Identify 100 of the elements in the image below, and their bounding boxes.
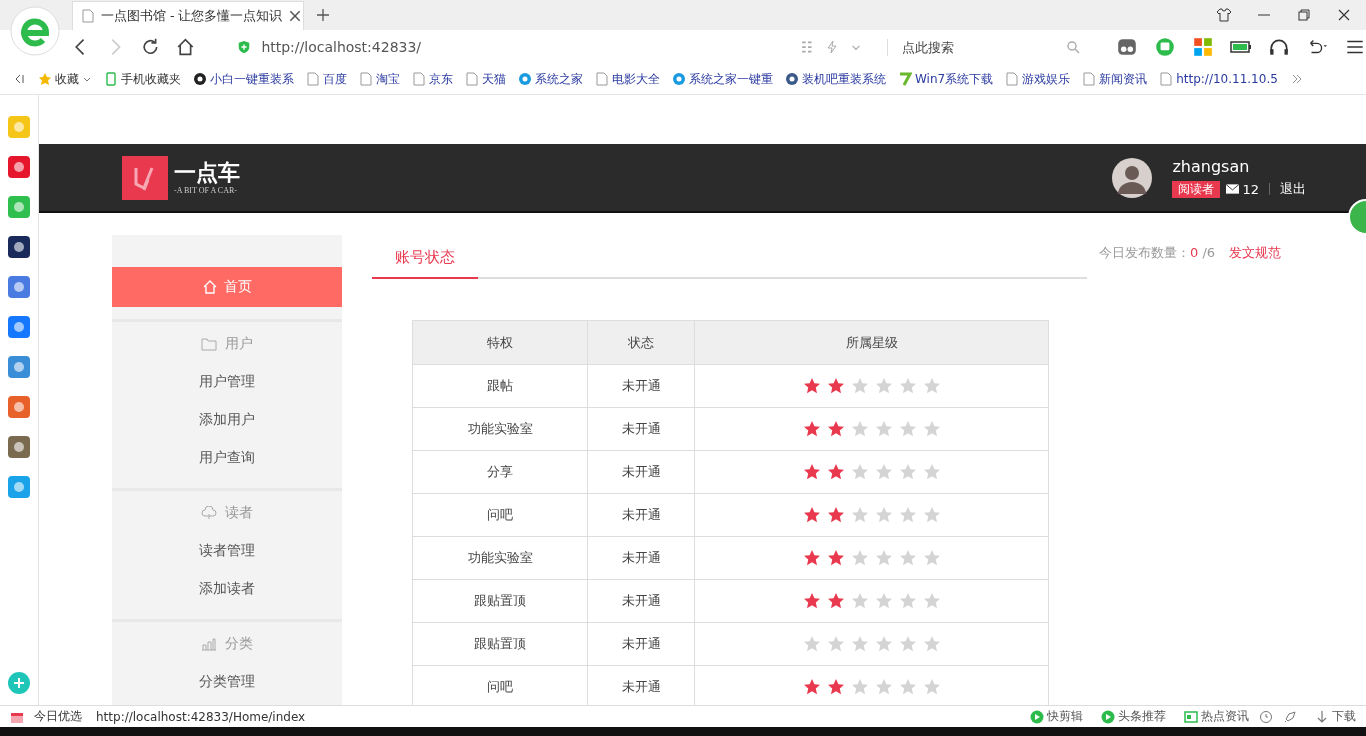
star-icon — [898, 506, 917, 524]
table-cell: 分享 — [413, 451, 588, 493]
play-circle-icon — [1101, 709, 1115, 724]
menu-item[interactable]: 用户查询 — [112, 438, 342, 476]
star-icon — [850, 678, 869, 696]
star-icon — [922, 549, 941, 567]
table-cell: 未开通 — [588, 365, 695, 407]
bookmark-item[interactable]: 装机吧重装系统 — [785, 70, 886, 88]
tiles-icon[interactable] — [1191, 36, 1214, 58]
new-tab-icon[interactable] — [316, 8, 330, 22]
app-icon[interactable] — [7, 235, 31, 259]
star-icon — [802, 420, 821, 438]
logout-link[interactable]: 退出 — [1280, 180, 1306, 198]
site-icon — [193, 72, 207, 86]
messages-link[interactable]: 12 — [1226, 181, 1259, 197]
menu-item[interactable]: 用户管理 — [112, 362, 342, 400]
star-icon — [826, 420, 845, 438]
bookmark-item[interactable]: 电影大全 — [595, 70, 660, 88]
status-label[interactable]: 今日优选 — [34, 708, 82, 725]
browser-tab[interactable]: 一点图书馆 - 让您多懂一点知识 — [72, 1, 304, 30]
menu-item[interactable]: 分类管理 — [112, 662, 342, 700]
bookmark-item[interactable]: 游戏娱乐 — [1005, 70, 1071, 88]
shield-icon — [237, 40, 252, 54]
publish-count: 今日发布数量：0 /6 — [1099, 244, 1216, 262]
star-icon — [802, 549, 821, 567]
site-icon — [785, 72, 799, 86]
grid-icon[interactable] — [800, 40, 815, 54]
star-icon — [922, 420, 941, 438]
star-icon — [826, 377, 845, 395]
bookmark-item[interactable]: 天猫 — [465, 70, 506, 88]
star-icon — [826, 678, 845, 696]
star-icon — [898, 463, 917, 481]
close-icon[interactable] — [1336, 7, 1352, 23]
bookmark-item[interactable]: Win7系统下载 — [898, 70, 994, 88]
menu-group-title: 用户 — [225, 335, 253, 353]
star-icon — [850, 592, 869, 610]
star-icon — [802, 463, 821, 481]
table-cell: 未开通 — [588, 408, 695, 450]
bookmark-item[interactable]: 手机收藏夹 — [104, 70, 181, 88]
star-icon — [922, 678, 941, 696]
folder-icon — [201, 337, 217, 351]
star-icon — [850, 463, 869, 481]
username: zhangsan — [1172, 157, 1251, 176]
star-icon — [874, 506, 893, 524]
address-field[interactable]: http://localhost:42833/ — [237, 39, 873, 55]
page-icon — [1159, 72, 1174, 86]
chart-icon — [201, 637, 217, 651]
status-item[interactable]: 下载 — [1315, 708, 1356, 725]
table-cell: 未开通 — [588, 451, 695, 493]
floating-badge-icon[interactable] — [1346, 199, 1366, 235]
star-icon — [826, 635, 845, 653]
browser-logo-icon — [10, 6, 60, 56]
page-icon — [595, 72, 609, 86]
bookmark-item[interactable]: 小白一键重装系 — [193, 70, 294, 88]
status-url: http://localhost:42833/Home/index — [96, 709, 306, 724]
tab[interactable]: 账号状态 — [372, 248, 478, 279]
star-icon — [874, 635, 893, 653]
logo-icon[interactable] — [122, 155, 168, 200]
star-icon — [898, 678, 917, 696]
maximize-icon[interactable] — [1296, 7, 1312, 23]
page-icon — [1005, 72, 1020, 86]
star-icon — [922, 463, 941, 481]
star-icon — [898, 635, 917, 653]
download-icon — [1315, 709, 1329, 724]
menu-group-title: 分类 — [225, 635, 253, 653]
menu-item[interactable]: 读者管理 — [112, 531, 342, 569]
play-circle-icon — [1030, 709, 1044, 724]
menu-item[interactable]: 添加读者 — [112, 569, 342, 607]
star-icon — [850, 506, 869, 524]
bookmark-item[interactable]: 收藏 — [38, 70, 92, 88]
star-icon — [922, 592, 941, 610]
status-item[interactable]: 快剪辑 — [1030, 708, 1083, 725]
table-cell: 未开通 — [588, 494, 695, 536]
search-icon[interactable] — [1065, 40, 1080, 54]
glasses-icon[interactable] — [1115, 36, 1138, 58]
clock-icon[interactable] — [1259, 709, 1273, 724]
menu-item[interactable]: 添加用户 — [112, 400, 342, 438]
column-header: 状态 — [588, 321, 695, 364]
bookmark-item[interactable]: 淘宝 — [359, 70, 400, 88]
table-cell: 问吧 — [413, 494, 588, 536]
chat-icon[interactable] — [1153, 36, 1176, 58]
shirt-icon[interactable] — [1216, 7, 1232, 23]
bookmark-item[interactable]: 新闻资讯 — [1082, 70, 1148, 88]
table-cell: 未开通 — [588, 537, 695, 579]
table-cell: 功能实验室 — [413, 537, 588, 579]
news-icon — [1184, 709, 1198, 724]
rules-link[interactable]: 发文规范 — [1229, 244, 1282, 262]
status-item[interactable]: 头条推荐 — [1101, 708, 1166, 725]
avatar-icon[interactable] — [1112, 157, 1153, 198]
bookmark-item[interactable]: 京东 — [412, 70, 453, 88]
bookmark-item[interactable]: 百度 — [306, 70, 347, 88]
bookmark-item[interactable]: http://10.11.10.5 — [1159, 72, 1278, 86]
table-cell: 未开通 — [588, 580, 695, 622]
close-icon[interactable] — [288, 9, 303, 23]
status-item[interactable]: 热点资讯 — [1184, 708, 1249, 725]
star-icon — [874, 678, 893, 696]
bookmark-item[interactable]: 系统之家 — [518, 70, 583, 88]
bookmark-item[interactable]: 系统之家一键重 — [672, 70, 773, 88]
page-icon — [359, 72, 373, 86]
table-cell: 未开通 — [588, 623, 695, 665]
